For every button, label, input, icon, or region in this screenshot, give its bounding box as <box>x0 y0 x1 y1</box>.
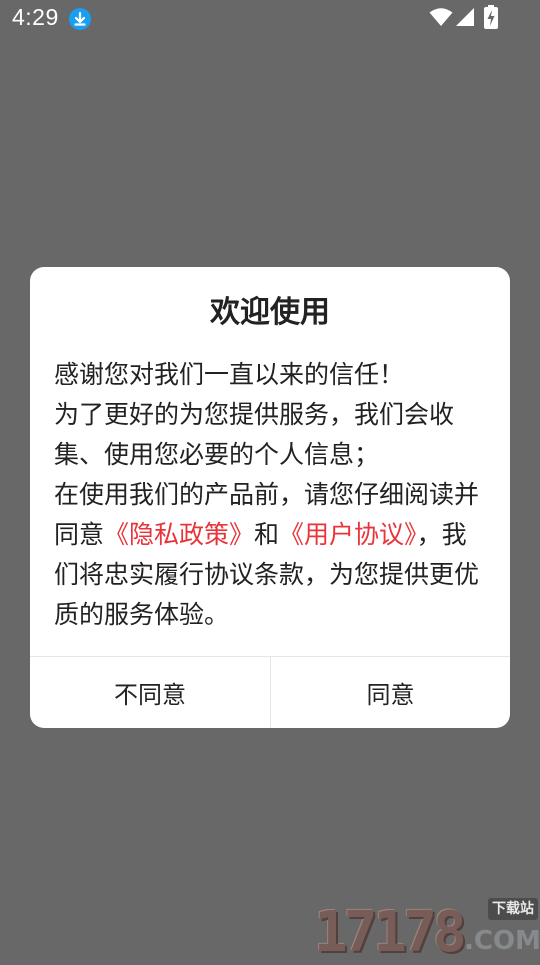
disagree-button[interactable]: 不同意 <box>30 657 270 728</box>
dialog-paragraph-consent: 在使用我们的产品前，请您仔细阅读并同意《隐私政策》和《用户协议》，我们将忠实履行… <box>54 475 490 635</box>
download-icon <box>69 8 91 30</box>
privacy-consent-dialog: 欢迎使用 感谢您对我们一直以来的信任！ 为了更好的为您提供服务，我们会收集、使用… <box>30 267 510 728</box>
dialog-paragraph-thanks: 感谢您对我们一直以来的信任！ <box>54 360 405 389</box>
user-agreement-link[interactable]: 《用户协议》 <box>279 520 417 549</box>
privacy-policy-link[interactable]: 《隐私政策》 <box>104 520 254 549</box>
consent-text-and: 和 <box>254 520 280 549</box>
site-watermark: 17178 .COM 下载站 <box>314 898 540 964</box>
watermark-tag: 下载站 <box>488 898 538 920</box>
watermark-domain: .COM <box>464 926 540 956</box>
dialog-paragraph-purpose: 为了更好的为您提供服务，我们会收集、使用您必要的个人信息； <box>54 400 455 469</box>
status-time: 4:29 <box>12 4 59 30</box>
dialog-title: 欢迎使用 <box>210 295 330 330</box>
dialog-body: 感谢您对我们一直以来的信任！ 为了更好的为您提供服务，我们会收集、使用您必要的个… <box>54 355 490 635</box>
status-bar: 4:29 <box>0 0 540 36</box>
battery-charging-icon <box>484 5 498 29</box>
cell-signal-icon <box>456 8 474 26</box>
watermark-number: 17178 <box>314 900 467 965</box>
agree-button[interactable]: 同意 <box>271 657 510 728</box>
wifi-icon <box>429 8 453 26</box>
